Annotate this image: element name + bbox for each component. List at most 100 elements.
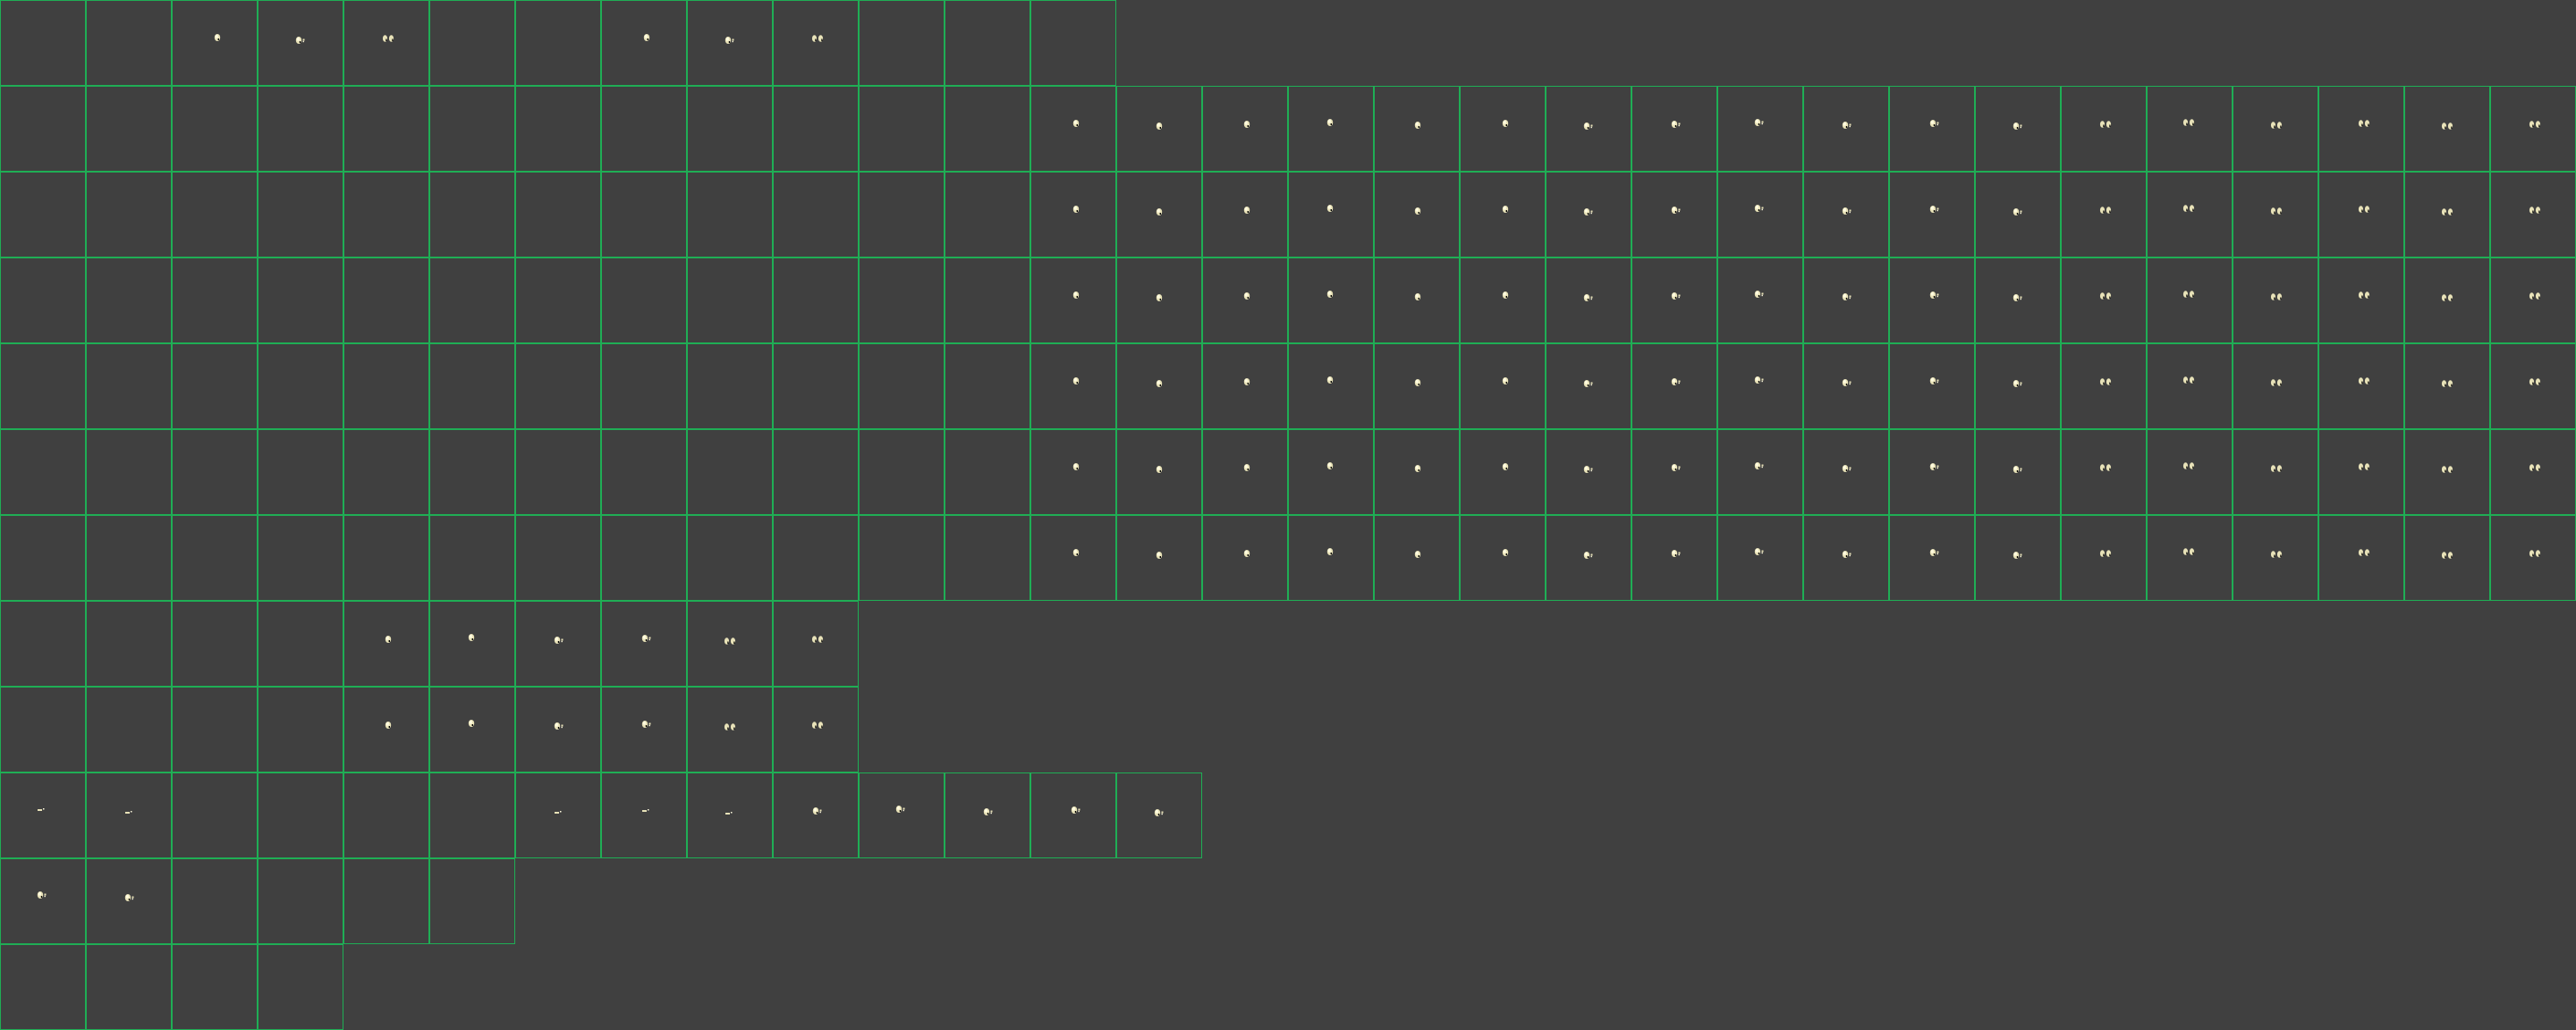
sprite-frame-cell[interactable]	[859, 0, 945, 86]
sprite-frame-cell[interactable]	[601, 687, 687, 772]
sprite-frame-cell[interactable]	[86, 944, 172, 1030]
sprite-frame-cell[interactable]	[1288, 343, 1374, 429]
sprite-frame-cell[interactable]	[343, 687, 429, 772]
sprite-frame-cell[interactable]	[0, 258, 86, 343]
sprite-frame-cell[interactable]	[1116, 86, 1202, 172]
sprite-frame-cell[interactable]	[429, 86, 515, 172]
sprite-frame-cell[interactable]	[945, 429, 1030, 515]
sprite-frame-cell[interactable]	[2233, 86, 2318, 172]
sprite-frame-cell[interactable]	[2147, 172, 2233, 258]
sprite-frame-cell[interactable]	[258, 687, 343, 772]
sprite-frame-cell[interactable]	[2404, 172, 2490, 258]
sprite-frame-cell[interactable]	[515, 687, 601, 772]
sprite-frame-cell[interactable]	[86, 601, 172, 687]
sprite-frame-cell[interactable]	[773, 258, 859, 343]
sprite-frame-cell[interactable]	[2318, 343, 2404, 429]
sprite-frame-cell[interactable]	[1975, 515, 2061, 601]
sprite-frame-cell[interactable]	[258, 601, 343, 687]
sprite-frame-cell[interactable]	[2490, 515, 2576, 601]
sprite-frame-cell[interactable]	[1030, 258, 1116, 343]
sprite-frame-cell[interactable]	[945, 0, 1030, 86]
sprite-frame-cell[interactable]	[1202, 172, 1288, 258]
sprite-frame-cell[interactable]	[86, 258, 172, 343]
sprite-frame-cell[interactable]	[1202, 86, 1288, 172]
sprite-frame-cell[interactable]	[258, 172, 343, 258]
sprite-frame-cell[interactable]	[1030, 172, 1116, 258]
sprite-frame-cell[interactable]	[2318, 86, 2404, 172]
sprite-frame-cell[interactable]	[515, 429, 601, 515]
sprite-frame-cell[interactable]	[429, 772, 515, 858]
sprite-frame-cell[interactable]	[172, 515, 258, 601]
sprite-frame-cell[interactable]	[1889, 429, 1975, 515]
sprite-frame-cell[interactable]	[945, 172, 1030, 258]
sprite-frame-cell[interactable]	[343, 258, 429, 343]
sprite-frame-cell[interactable]	[1717, 86, 1803, 172]
sprite-frame-cell[interactable]	[86, 86, 172, 172]
sprite-frame-cell[interactable]	[172, 172, 258, 258]
sprite-frame-cell[interactable]	[1631, 172, 1717, 258]
sprite-frame-cell[interactable]	[0, 772, 86, 858]
sprite-frame-cell[interactable]	[945, 772, 1030, 858]
sprite-frame-cell[interactable]	[172, 343, 258, 429]
sprite-frame-cell[interactable]	[1202, 429, 1288, 515]
sprite-frame-cell[interactable]	[0, 86, 86, 172]
sprite-frame-cell[interactable]	[859, 172, 945, 258]
sprite-frame-cell[interactable]	[859, 515, 945, 601]
sprite-frame-cell[interactable]	[1546, 86, 1631, 172]
sprite-frame-cell[interactable]	[1717, 258, 1803, 343]
sprite-frame-cell[interactable]	[429, 687, 515, 772]
sprite-frame-cell[interactable]	[601, 86, 687, 172]
sprite-frame-cell[interactable]	[343, 86, 429, 172]
sprite-frame-cell[interactable]	[2233, 515, 2318, 601]
sprite-frame-cell[interactable]	[343, 172, 429, 258]
sprite-frame-cell[interactable]	[343, 858, 429, 944]
sprite-frame-cell[interactable]	[172, 772, 258, 858]
sprite-frame-cell[interactable]	[1030, 0, 1116, 86]
sprite-frame-cell[interactable]	[258, 858, 343, 944]
sprite-frame-cell[interactable]	[2147, 429, 2233, 515]
sprite-frame-cell[interactable]	[1030, 343, 1116, 429]
sprite-frame-cell[interactable]	[429, 343, 515, 429]
sprite-frame-cell[interactable]	[1116, 172, 1202, 258]
sprite-frame-cell[interactable]	[1803, 172, 1889, 258]
sprite-frame-cell[interactable]	[2490, 343, 2576, 429]
sprite-frame-cell[interactable]	[945, 86, 1030, 172]
sprite-frame-cell[interactable]	[0, 429, 86, 515]
sprite-frame-cell[interactable]	[1202, 258, 1288, 343]
sprite-frame-cell[interactable]	[1546, 515, 1631, 601]
sprite-frame-cell[interactable]	[0, 687, 86, 772]
sprite-frame-cell[interactable]	[1460, 258, 1546, 343]
sprite-frame-cell[interactable]	[859, 772, 945, 858]
sprite-frame-cell[interactable]	[1975, 343, 2061, 429]
sprite-frame-cell[interactable]	[687, 601, 773, 687]
sprite-frame-cell[interactable]	[1460, 86, 1546, 172]
sprite-frame-cell[interactable]	[1717, 172, 1803, 258]
sprite-frame-cell[interactable]	[601, 772, 687, 858]
sprite-frame-cell[interactable]	[1803, 86, 1889, 172]
sprite-frame-cell[interactable]	[1546, 343, 1631, 429]
sprite-frame-cell[interactable]	[859, 86, 945, 172]
sprite-frame-cell[interactable]	[429, 258, 515, 343]
sprite-frame-cell[interactable]	[945, 343, 1030, 429]
sprite-frame-cell[interactable]	[687, 343, 773, 429]
sprite-frame-cell[interactable]	[1717, 343, 1803, 429]
sprite-frame-cell[interactable]	[2404, 343, 2490, 429]
sprite-frame-cell[interactable]	[601, 429, 687, 515]
sprite-frame-cell[interactable]	[773, 429, 859, 515]
sprite-frame-cell[interactable]	[86, 0, 172, 86]
sprite-frame-cell[interactable]	[515, 772, 601, 858]
sprite-frame-cell[interactable]	[2061, 86, 2147, 172]
sprite-frame-cell[interactable]	[1374, 343, 1460, 429]
sprite-frame-cell[interactable]	[1116, 772, 1202, 858]
sprite-frame-cell[interactable]	[859, 343, 945, 429]
sprite-frame-cell[interactable]	[258, 258, 343, 343]
sprite-frame-cell[interactable]	[343, 515, 429, 601]
sprite-frame-cell[interactable]	[86, 343, 172, 429]
sprite-frame-cell[interactable]	[2490, 429, 2576, 515]
sprite-frame-cell[interactable]	[86, 687, 172, 772]
sprite-frame-cell[interactable]	[1374, 429, 1460, 515]
sprite-frame-cell[interactable]	[2404, 86, 2490, 172]
sprite-frame-cell[interactable]	[687, 0, 773, 86]
sprite-frame-cell[interactable]	[515, 86, 601, 172]
sprite-frame-cell[interactable]	[258, 772, 343, 858]
